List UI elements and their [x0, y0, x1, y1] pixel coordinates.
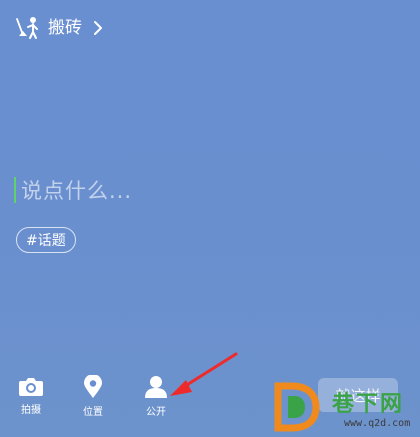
camera-label: 拍摄: [21, 405, 41, 416]
annotation-arrow: [170, 352, 238, 396]
broom-scene-icon: [14, 15, 40, 41]
topic-button[interactable]: #话题: [16, 227, 76, 253]
compose-input[interactable]: 说点什么...: [14, 176, 394, 204]
submit-button[interactable]: 就这样: [318, 378, 398, 412]
camera-icon: [19, 378, 43, 396]
header-title[interactable]: 搬砖: [48, 19, 82, 37]
location-button[interactable]: 位置: [73, 375, 113, 418]
chevron-right-icon[interactable]: [92, 20, 104, 36]
camera-button[interactable]: 拍摄: [11, 375, 51, 416]
header[interactable]: 搬砖: [14, 14, 104, 42]
visibility-label: 公开: [146, 407, 166, 418]
compose-placeholder: 说点什么...: [21, 179, 133, 203]
text-caret: [14, 177, 16, 203]
location-icon: [84, 375, 102, 398]
location-label: 位置: [83, 407, 103, 418]
